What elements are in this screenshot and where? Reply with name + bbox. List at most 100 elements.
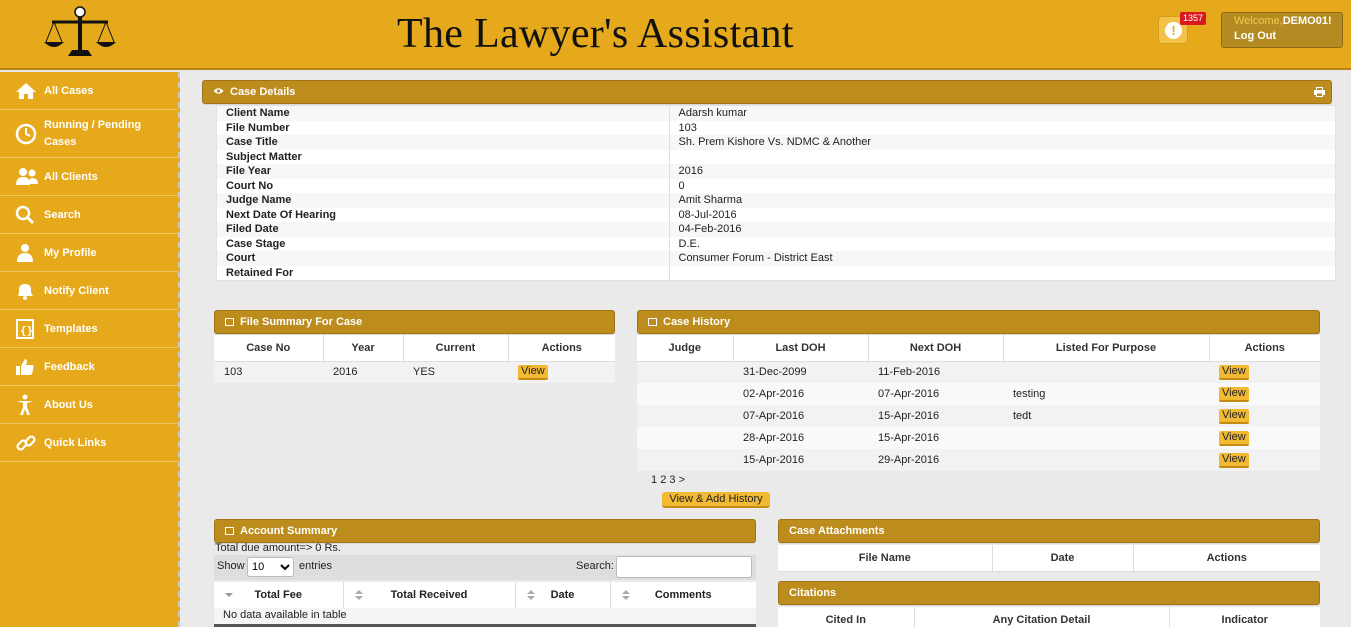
case-no-cell: 103: [214, 361, 323, 383]
users-icon: [16, 167, 38, 185]
next-page-link[interactable]: >: [679, 474, 685, 486]
account-summary-header: Account Summary: [214, 519, 756, 543]
column-header[interactable]: Actions: [1133, 545, 1320, 572]
detail-value: [669, 265, 1335, 280]
sidebar-item-search[interactable]: Search: [0, 196, 178, 234]
search-label: Search:: [576, 560, 614, 572]
view-button[interactable]: View: [518, 364, 548, 380]
citations-title: Citations: [789, 587, 837, 599]
column-header[interactable]: Actions: [1209, 335, 1320, 362]
column-header[interactable]: Total Received: [343, 582, 516, 608]
sidebar-item-templates[interactable]: {} Templates: [0, 310, 178, 348]
column-header[interactable]: Date: [515, 582, 611, 608]
detail-row: Client Name Adarsh kumar: [217, 106, 1335, 121]
user-menu: Welcome,DEMO01! Log Out: [1221, 12, 1343, 48]
sidebar-item-all-clients[interactable]: All Clients: [0, 158, 178, 196]
detail-value: 2016: [669, 164, 1335, 179]
view-button[interactable]: View: [1219, 452, 1249, 468]
sidebar-item-label: All Clients: [44, 170, 98, 183]
next-cell: 11-Feb-2016: [868, 361, 1003, 383]
detail-value: 08-Jul-2016: [669, 207, 1335, 222]
page-size-select[interactable]: 10: [247, 557, 294, 577]
judge-cell: [637, 361, 733, 383]
sidebar-item-notify-client[interactable]: Notify Client: [0, 272, 178, 310]
detail-label: Court No: [217, 178, 670, 193]
column-header[interactable]: Date: [992, 545, 1134, 572]
citations-header: Citations: [778, 581, 1320, 605]
detail-row: File Year 2016: [217, 164, 1335, 179]
sidebar-item-label: About Us: [44, 398, 93, 411]
current-cell: YES: [403, 361, 508, 383]
file-summary-header: File Summary For Case: [214, 310, 615, 334]
entries-label: entries: [299, 560, 333, 572]
judge-cell: [637, 383, 733, 405]
sidebar-item-feedback[interactable]: Feedback: [0, 348, 178, 386]
account-search-input[interactable]: [616, 556, 752, 578]
svg-text:{}: {}: [20, 324, 33, 337]
alert-icon: !: [1165, 22, 1182, 39]
last-cell: 07-Apr-2016: [733, 405, 868, 427]
detail-label: Case Stage: [217, 236, 670, 251]
column-header[interactable]: Listed For Purpose: [1003, 335, 1210, 362]
sidebar-item-label: Templates: [44, 322, 98, 335]
column-header[interactable]: Year: [323, 335, 404, 362]
detail-label: Filed Date: [217, 222, 670, 237]
detail-row: Court Consumer Forum - District East: [217, 251, 1335, 266]
column-header[interactable]: Judge: [637, 335, 734, 362]
column-header[interactable]: Comments: [610, 582, 756, 608]
view-button[interactable]: View: [1219, 408, 1249, 424]
detail-row: Case Title Sh. Prem Kishore Vs. NDMC & An…: [217, 135, 1335, 150]
page-link[interactable]: 2: [660, 474, 666, 486]
judge-cell: [637, 449, 733, 471]
detail-row: File Number 103: [217, 120, 1335, 135]
column-header[interactable]: Total Fee: [214, 582, 344, 608]
column-header[interactable]: Current: [403, 335, 509, 362]
logout-link[interactable]: Log Out: [1234, 29, 1330, 44]
sidebar-item-my-profile[interactable]: My Profile: [0, 234, 178, 272]
view-button[interactable]: View: [1219, 386, 1249, 402]
next-cell: 07-Apr-2016: [868, 383, 1003, 405]
print-icon[interactable]: [1314, 87, 1325, 97]
detail-label: Judge Name: [217, 193, 670, 208]
detail-row: Retained For: [217, 265, 1335, 280]
table-icon: [225, 318, 234, 326]
sidebar-item-label: Search: [44, 208, 81, 221]
last-cell: 31-Dec-2099: [733, 361, 868, 383]
column-header[interactable]: Any Citation Detail: [914, 607, 1170, 627]
view-button[interactable]: View: [1219, 364, 1249, 380]
detail-value: 04-Feb-2016: [669, 222, 1335, 237]
column-header[interactable]: Next DOH: [868, 335, 1004, 362]
sidebar-item-about-us[interactable]: About Us: [0, 386, 178, 424]
case-attachments-header: Case Attachments: [778, 519, 1320, 543]
view-button[interactable]: View: [1219, 430, 1249, 446]
detail-label: Retained For: [217, 265, 670, 280]
bell-icon: [18, 283, 33, 300]
table-row: 02-Apr-2016 07-Apr-2016 testing View: [637, 383, 1320, 405]
column-header[interactable]: Indicator: [1169, 607, 1320, 627]
sidebar-item-all-cases[interactable]: All Cases: [0, 72, 178, 110]
sidebar-item-running-pending-cases[interactable]: Running / Pending Cases: [0, 110, 178, 158]
column-header[interactable]: File Name: [778, 545, 993, 572]
search-icon: [15, 205, 35, 224]
sidebar-item-quick-links[interactable]: Quick Links: [0, 424, 178, 462]
view-add-history-button[interactable]: View & Add History: [662, 492, 770, 508]
detail-value: Sh. Prem Kishore Vs. NDMC & Another: [669, 135, 1335, 150]
detail-label: Case Title: [217, 135, 670, 150]
sidebar-item-label: Notify Client: [44, 284, 109, 297]
case-history-header: Case History: [637, 310, 1320, 334]
table-row: 07-Apr-2016 15-Apr-2016 tedt View: [637, 405, 1320, 427]
username: DEMO01!: [1282, 15, 1332, 27]
empty-table-message: No data available in table: [214, 608, 756, 624]
sidebar-item-label: My Profile: [44, 246, 97, 259]
page-link[interactable]: 3: [669, 474, 675, 486]
column-header[interactable]: Cited In: [778, 607, 915, 627]
sort-icon: [621, 590, 630, 600]
column-header[interactable]: Last DOH: [733, 335, 869, 362]
judge-cell: [637, 405, 733, 427]
column-header[interactable]: Actions: [508, 335, 615, 362]
table-icon: [225, 527, 234, 535]
page-link[interactable]: 1: [651, 474, 657, 486]
column-header[interactable]: Case No: [214, 335, 324, 362]
table-row: 15-Apr-2016 29-Apr-2016 View: [637, 449, 1320, 471]
last-cell: 02-Apr-2016: [733, 383, 868, 405]
